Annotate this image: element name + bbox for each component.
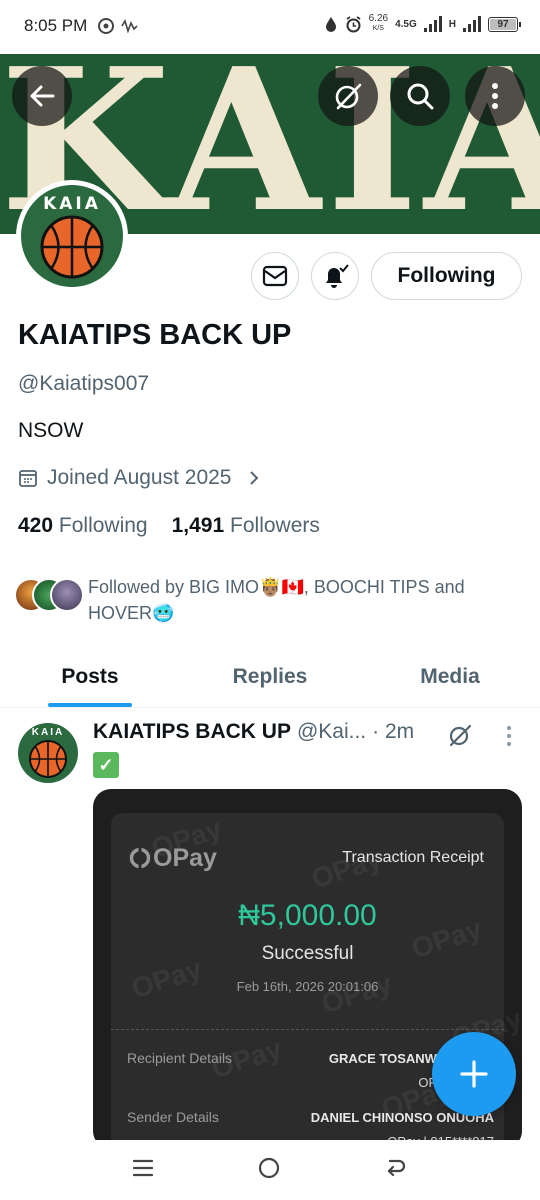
profile-handle: @Kaiatips007 (18, 372, 150, 395)
circle-home-icon (258, 1157, 280, 1178)
joined-text: Joined August 2025 (47, 466, 232, 489)
post-time: · 2m (372, 720, 415, 743)
receipt-amount: ₦5,000.00 (238, 899, 377, 932)
signal-icon (423, 16, 442, 32)
battery-icon: 97 (488, 16, 521, 32)
followed-by-line-1: Followed by BIG IMO🤴🏽🇨🇦, BOOCHI TIPS and (88, 577, 465, 597)
followers-label: Followers (230, 514, 320, 537)
grok-button[interactable] (318, 66, 378, 126)
more-vertical-icon (507, 726, 511, 746)
menu-lines-icon (132, 1159, 153, 1176)
following-count: 420 (18, 514, 54, 537)
plus-icon (460, 1060, 488, 1088)
grok-icon (335, 83, 362, 110)
net-speed-unit: K/S (372, 25, 384, 32)
post-author-name[interactable]: KAIATIPS BACK UP (93, 720, 291, 744)
status-right-icons: 6.26 K/S 4.5G H 97 (324, 14, 521, 34)
opay-brand-text: OPay (153, 844, 217, 872)
receipt-divider (111, 1029, 504, 1030)
back-button[interactable] (12, 66, 72, 126)
joined-date[interactable]: Joined August 2025 (18, 466, 261, 490)
followed-by-line-2: HOVER🥶 (88, 603, 175, 623)
followed-by[interactable]: Followed by BIG IMO🤴🏽🇨🇦, BOOCHI TIPS and… (14, 574, 524, 626)
search-button[interactable] (390, 66, 450, 126)
recent-apps-button[interactable] (132, 1157, 154, 1184)
following-button[interactable]: Following (371, 252, 522, 300)
status-notification-icons (98, 17, 144, 38)
status-time: 8:05 PM (24, 16, 88, 35)
grok-icon (449, 724, 472, 747)
post-text-checkmark: ✓ (93, 752, 119, 778)
chevron-right-icon (249, 471, 258, 485)
tab-media[interactable]: Media (360, 646, 540, 707)
post-more-button[interactable] (505, 724, 513, 753)
signal-icon-2 (463, 16, 481, 32)
back-arrow-icon (388, 1159, 406, 1176)
bell-check-icon (326, 264, 349, 288)
calendar-icon (19, 470, 37, 487)
network-type-2: H (448, 18, 456, 30)
avatar-text: KAIA (43, 194, 101, 214)
receipt-title: Transaction Receipt (342, 849, 484, 866)
tab-replies[interactable]: Replies (180, 646, 360, 707)
following-label: Following (58, 514, 148, 537)
opay-logo: OPay (129, 844, 217, 873)
home-button[interactable] (257, 1156, 281, 1185)
search-icon (407, 83, 434, 110)
post-author-handle[interactable]: @Kai... (297, 720, 366, 744)
post-grok-button[interactable] (447, 722, 473, 753)
post-header: KAIATIPS BACK UP @Kai... · 2m (93, 720, 414, 744)
sender-label: Sender Details (127, 1109, 219, 1125)
network-type: 4.5G (395, 18, 417, 30)
profile-avatar[interactable]: KAIA (16, 180, 128, 292)
battery-level: 97 (497, 18, 509, 30)
system-nav-bar (0, 1140, 540, 1200)
display-name: KAIATIPS BACK UP (18, 319, 292, 351)
opay-o-icon (129, 847, 151, 869)
net-speed-value: 6.26 (368, 13, 389, 24)
followed-by-avatars (14, 574, 88, 614)
notifications-button[interactable] (311, 252, 359, 300)
followed-by-text: Followed by BIG IMO🤴🏽🇨🇦, BOOCHI TIPS and… (88, 574, 465, 626)
compose-post-button[interactable] (432, 1032, 516, 1116)
alarm-icon (346, 15, 361, 32)
envelope-icon (262, 265, 288, 287)
post-avatar-text: KAIA (31, 727, 65, 738)
following-link[interactable]: 420 Following (18, 514, 148, 538)
more-vertical-icon (492, 83, 498, 109)
receipt-status: Successful (261, 943, 354, 964)
more-options-button[interactable] (465, 66, 525, 126)
receipt-date: Feb 16th, 2026 20:01:06 (236, 979, 379, 994)
system-back-button[interactable] (384, 1156, 408, 1185)
status-bar: 8:05 PM 6.26 K/S 4.5G H 97 (0, 0, 540, 54)
message-button[interactable] (251, 252, 299, 300)
net-speed: 6.26 K/S (369, 14, 388, 34)
follow-counts: 420 Following 1,491 Followers (18, 514, 320, 538)
arrow-left-icon (30, 85, 55, 107)
water-drop-icon (325, 17, 336, 32)
followers-count: 1,491 (171, 514, 225, 537)
post-author-avatar[interactable]: KAIA (18, 723, 78, 783)
profile-tabs: Posts Replies Media (0, 646, 540, 708)
profile-bio: NSOW (18, 419, 84, 442)
followers-link[interactable]: 1,491 Followers (172, 514, 320, 538)
follower-avatar (50, 578, 84, 612)
tab-posts[interactable]: Posts (0, 646, 180, 707)
recipient-label: Recipient Details (127, 1050, 233, 1066)
